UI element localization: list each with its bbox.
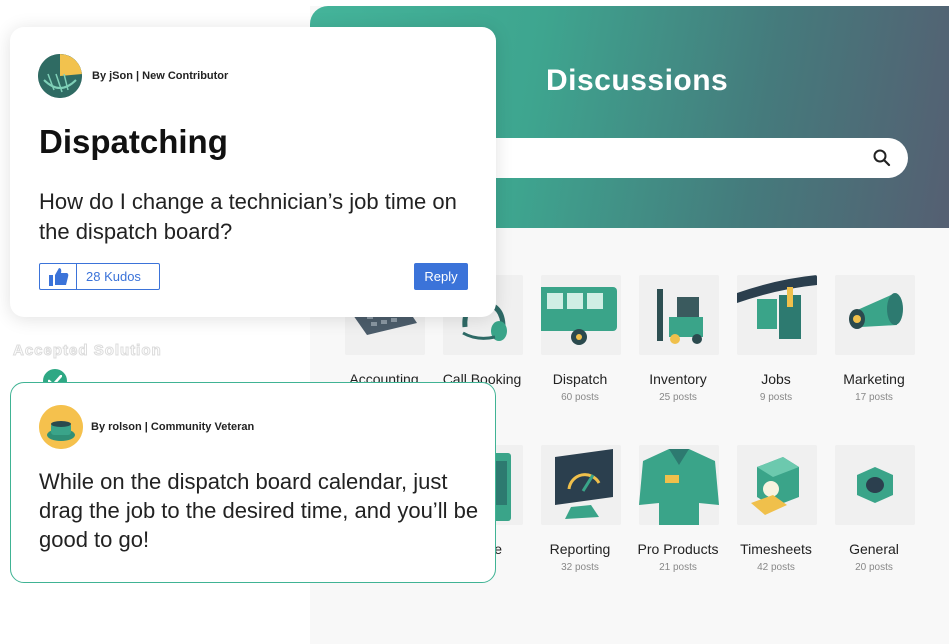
accepted-solution-label: Accepted Solution (13, 342, 162, 360)
category-name: General (849, 541, 899, 557)
category-timesheets[interactable]: Timesheets 42 posts (728, 445, 824, 585)
category-reporting[interactable]: Reporting 32 posts (532, 445, 628, 585)
avatar (39, 405, 83, 449)
author-byline[interactable]: By jSon | New Contributor (92, 70, 228, 82)
category-post-count: 17 posts (855, 392, 893, 403)
time-clock-icon (737, 445, 817, 525)
answer-body: While on the dispatch board calendar, ju… (39, 469, 479, 552)
category-dispatch[interactable]: Dispatch 60 posts (532, 275, 628, 415)
category-marketing[interactable]: Marketing 17 posts (826, 275, 922, 415)
category-jobs[interactable]: Jobs 9 posts (728, 275, 824, 415)
forklift-icon (639, 275, 719, 355)
gauge-monitor-icon (541, 445, 621, 525)
answer-card: By rolson | Community Veteran While on t… (10, 382, 496, 583)
author-byline[interactable]: By rolson | Community Veteran (91, 421, 254, 433)
category-general[interactable]: General 20 posts (826, 445, 922, 585)
question-body: How do I change a technician’s job time … (39, 189, 457, 244)
category-post-count: 20 posts (855, 562, 893, 573)
megaphone-icon (835, 275, 915, 355)
toolbelt-icon (737, 275, 817, 355)
uniform-shirt-icon (639, 445, 719, 525)
category-inventory[interactable]: Inventory 25 posts (630, 275, 726, 415)
bus-icon (541, 275, 621, 355)
question-title: Dispatching (39, 123, 228, 160)
kudos-button[interactable]: 28 Kudos (39, 263, 160, 290)
kudos-count: 28 Kudos (86, 269, 141, 284)
avatar (38, 54, 82, 98)
search-icon[interactable] (872, 148, 892, 168)
thumbs-up-icon[interactable] (40, 264, 77, 289)
search-input[interactable] (470, 138, 908, 178)
reply-button[interactable]: Reply (414, 263, 468, 290)
question-card: By jSon | New Contributor Dispatching Ho… (10, 27, 496, 317)
category-pro-products[interactable]: Pro Products 21 posts (630, 445, 726, 585)
hex-nut-icon (835, 445, 915, 525)
category-name: Marketing (843, 371, 905, 387)
page-title: Discussions (546, 64, 729, 97)
